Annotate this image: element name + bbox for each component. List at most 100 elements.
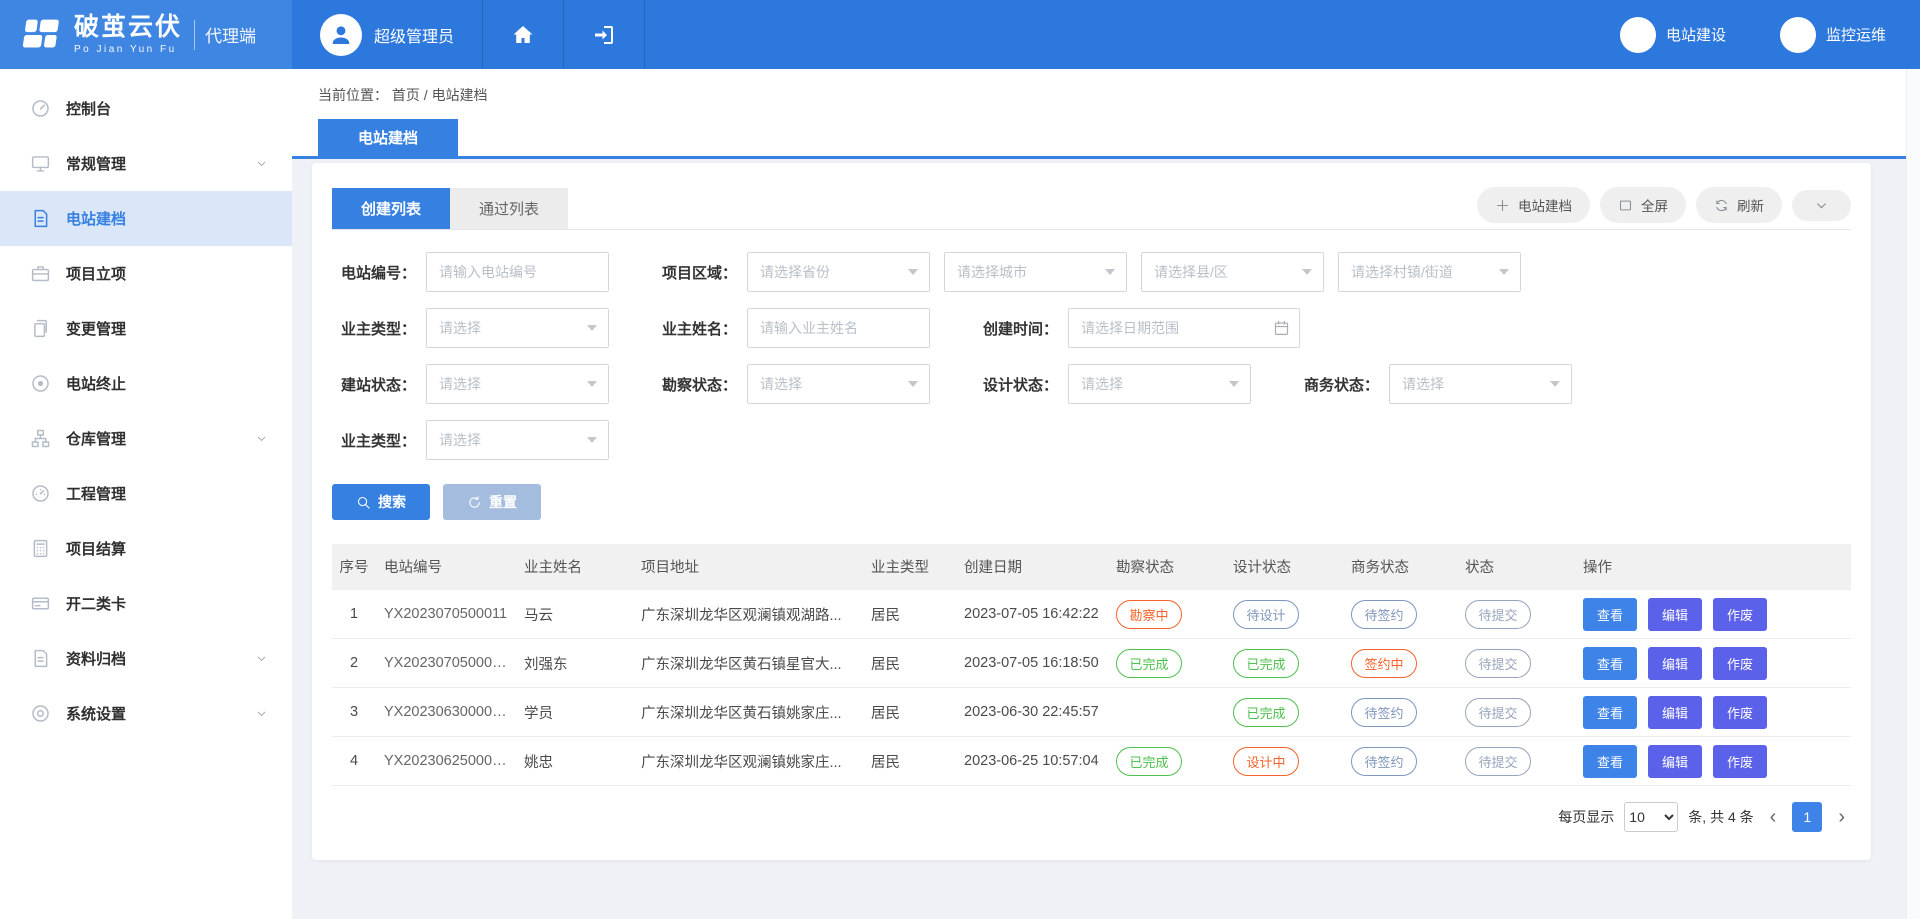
list-tab-0[interactable]: 创建列表 <box>332 188 450 229</box>
caret-down-icon <box>908 381 918 387</box>
sidebar-item-11[interactable]: 系统设置 <box>0 686 292 741</box>
sidebar-item-7[interactable]: 工程管理 <box>0 466 292 521</box>
filter-design-status[interactable] <box>1068 364 1251 404</box>
view-button[interactable]: 查看 <box>1583 598 1637 631</box>
filter-control <box>1141 252 1324 292</box>
filter-owner-name[interactable] <box>747 308 930 348</box>
cell-station-code: YX2023062500004 <box>376 737 516 786</box>
page-tab[interactable]: 电站建档 <box>318 119 458 156</box>
status-badge: 待签约 <box>1351 698 1417 727</box>
sidebar-item-10[interactable]: 资料归档 <box>0 631 292 686</box>
sidebar-item-8[interactable]: 项目结算 <box>0 521 292 576</box>
calendar-icon <box>1273 320 1290 337</box>
filter-control <box>944 252 1127 292</box>
edit-button[interactable]: 编辑 <box>1648 598 1702 631</box>
dashboard-icon <box>30 98 51 119</box>
filter-project-area-3[interactable] <box>1338 252 1521 292</box>
status-badge: 待签约 <box>1351 600 1417 629</box>
toolbar-button-1[interactable]: 全屏 <box>1600 187 1686 223</box>
filter-build-status[interactable] <box>426 364 609 404</box>
filter-project-area-1[interactable] <box>944 252 1127 292</box>
logout-button[interactable] <box>564 0 645 69</box>
reset-button[interactable]: 重置 <box>443 484 541 520</box>
reset-icon <box>467 495 482 510</box>
void-button[interactable]: 作废 <box>1713 647 1767 680</box>
filter-row-3: 业主类型： <box>332 420 1851 460</box>
header-nav-item-0[interactable]: 电站建设 <box>1620 17 1726 53</box>
search-button[interactable]: 搜索 <box>332 484 430 520</box>
content: 当前位置： 首页 / 电站建档 电站建档 创建列表通过列表 电站建档 全屏 刷新 <box>292 69 1920 919</box>
search-button-label: 搜索 <box>378 492 406 512</box>
sidebar-item-3[interactable]: 项目立项 <box>0 246 292 301</box>
filter-row-1: 业主类型： 业主姓名： 创建时间： <box>332 308 1851 348</box>
cell-owner-type: 居民 <box>863 737 956 786</box>
edit-button[interactable]: 编辑 <box>1648 647 1702 680</box>
view-button[interactable]: 查看 <box>1583 696 1637 729</box>
cell-survey-status: 已完成 <box>1108 639 1225 688</box>
filter-created-range[interactable] <box>1068 308 1300 348</box>
sidebar-item-2[interactable]: 电站建档 <box>0 191 292 246</box>
breadcrumb-home-link[interactable]: 首页 <box>392 87 420 103</box>
filter-label: 电站编号： <box>332 262 416 283</box>
cell-station-code: YX2023070500010 <box>376 639 516 688</box>
sidebar-item-6[interactable]: 仓库管理 <box>0 411 292 466</box>
void-button[interactable]: 作废 <box>1713 696 1767 729</box>
scrollbar-track[interactable] <box>1906 69 1920 919</box>
cell-created: 2023-07-05 16:42:22 <box>956 590 1108 639</box>
list-tab-1[interactable]: 通过列表 <box>450 188 568 229</box>
filter-survey-status[interactable] <box>747 364 930 404</box>
filter-owner-type-2[interactable] <box>426 420 609 460</box>
sidebar-item-label: 系统设置 <box>66 703 255 724</box>
user-menu[interactable]: 超级管理员 <box>292 0 483 69</box>
list-tabs: 创建列表通过列表 <box>332 188 568 229</box>
sidebar-item-label: 资料归档 <box>66 648 255 669</box>
status-badge: 待签约 <box>1351 747 1417 776</box>
sidebar-item-5[interactable]: 电站终止 <box>0 356 292 411</box>
sidebar-item-9[interactable]: 开二类卡 <box>0 576 292 631</box>
filter-control <box>747 252 930 292</box>
void-button[interactable]: 作废 <box>1713 598 1767 631</box>
toolbar-button-3[interactable] <box>1792 190 1851 221</box>
caret-down-icon <box>587 381 597 387</box>
toolbar-button-0[interactable]: 电站建档 <box>1477 187 1590 223</box>
filter-project-area-0[interactable] <box>747 252 930 292</box>
filter-label: 业主姓名： <box>653 318 737 339</box>
filter-label: 创建时间： <box>974 318 1058 339</box>
edit-button[interactable]: 编辑 <box>1648 696 1702 729</box>
next-page-button[interactable]: › <box>1832 807 1851 827</box>
filter-station-code[interactable] <box>426 252 609 292</box>
filter-owner-type[interactable] <box>426 308 609 348</box>
filter-control <box>1068 364 1251 404</box>
filter-group-owner-type: 业主类型： <box>332 308 609 348</box>
document-icon <box>30 208 51 229</box>
void-button[interactable]: 作废 <box>1713 745 1767 778</box>
briefcase-icon <box>30 263 51 284</box>
page-size-select[interactable]: 10 <box>1624 802 1678 832</box>
header-nav-item-1[interactable]: 监控运维 <box>1780 17 1886 53</box>
prev-page-button[interactable]: ‹ <box>1764 807 1783 827</box>
view-button[interactable]: 查看 <box>1583 745 1637 778</box>
cell-design-status: 待设计 <box>1225 590 1343 639</box>
settings-icon <box>30 703 51 724</box>
filter-business-status[interactable] <box>1389 364 1572 404</box>
filter-control <box>426 252 609 292</box>
sidebar-item-0[interactable]: 控制台 <box>0 81 292 136</box>
monitor-icon <box>30 153 51 174</box>
logout-icon <box>592 23 616 47</box>
filter-group-station-code: 电站编号： <box>332 252 609 292</box>
toolbar-button-2[interactable]: 刷新 <box>1696 187 1782 223</box>
breadcrumb-prefix: 当前位置： <box>318 87 388 103</box>
filter-control <box>747 308 930 348</box>
page-number-button[interactable]: 1 <box>1792 802 1822 832</box>
warehouse-icon <box>30 428 51 449</box>
sidebar-item-4[interactable]: 变更管理 <box>0 301 292 356</box>
cell-design-status: 设计中 <box>1225 737 1343 786</box>
view-button[interactable]: 查看 <box>1583 647 1637 680</box>
cell-owner-type: 居民 <box>863 590 956 639</box>
edit-button[interactable]: 编辑 <box>1648 745 1702 778</box>
home-button[interactable] <box>483 0 564 69</box>
filter-project-area-2[interactable] <box>1141 252 1324 292</box>
caret-down-icon <box>587 437 597 443</box>
sidebar-item-1[interactable]: 常规管理 <box>0 136 292 191</box>
caret-down-icon <box>1499 269 1509 275</box>
